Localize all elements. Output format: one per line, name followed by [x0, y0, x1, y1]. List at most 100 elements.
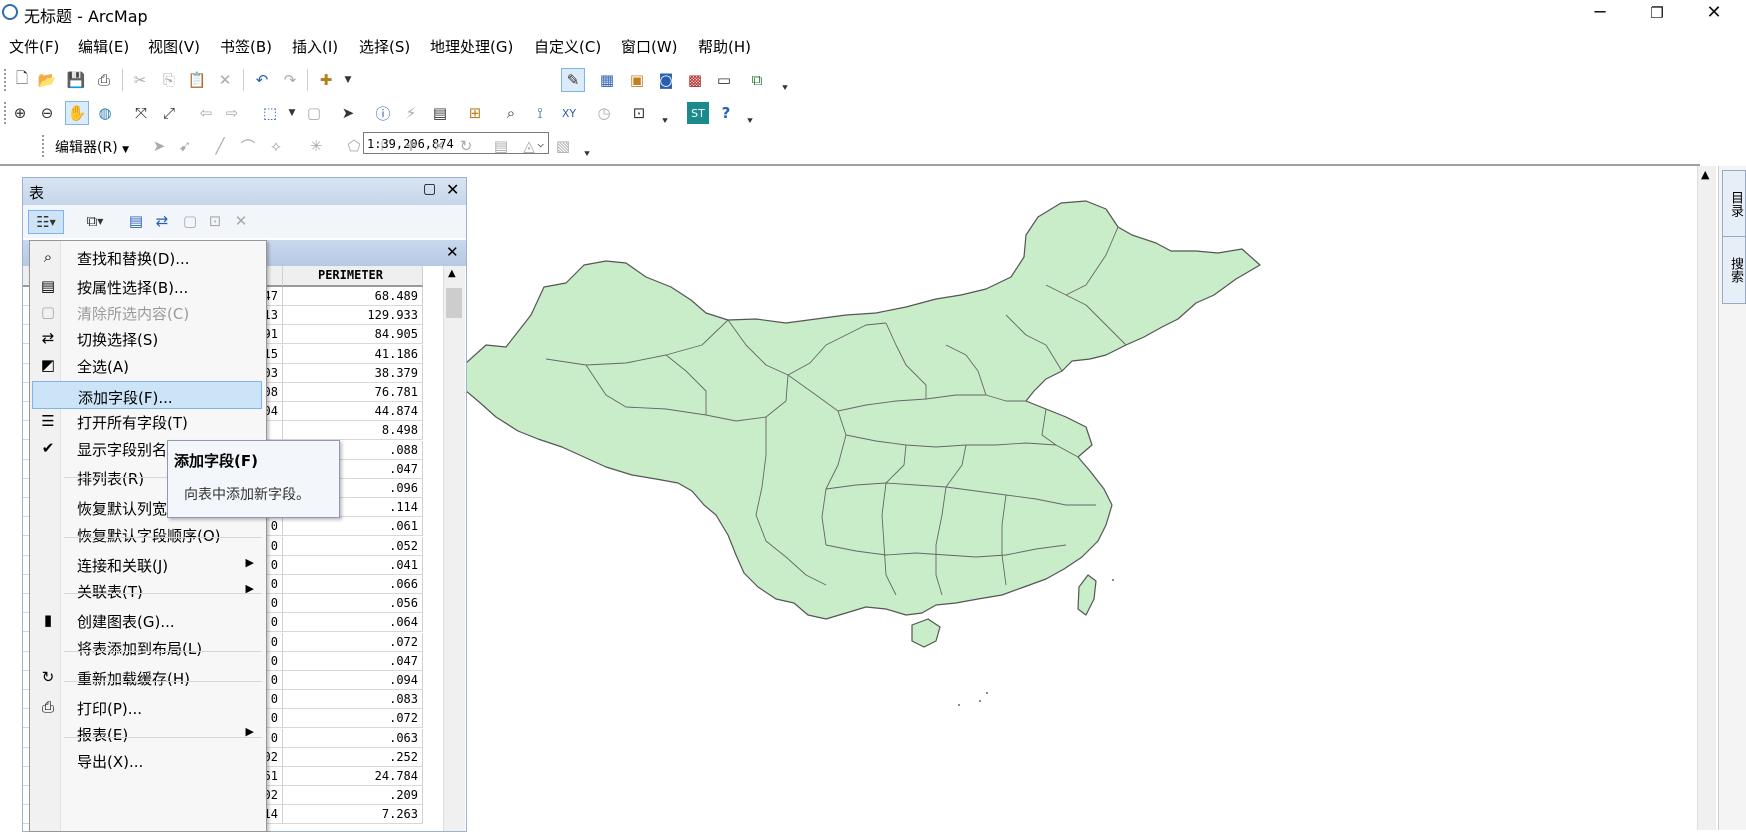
menu-item[interactable]: 报表(E) ▶ — [32, 719, 262, 747]
menu-item[interactable]: 添加字段(F)... — [32, 381, 262, 409]
edit-vertices-icon[interactable]: ⬠ — [343, 135, 365, 157]
forward-extent-icon[interactable]: ⇨ — [221, 102, 243, 124]
reshape-icon[interactable]: ⟊ — [371, 135, 393, 157]
toolbar-options-icon[interactable]: ⯆ — [576, 143, 598, 165]
table-cell-perimeter[interactable]: 68.489 — [283, 287, 423, 306]
table-cell-perimeter[interactable]: .041 — [283, 555, 423, 575]
scroll-thumb[interactable] — [446, 288, 462, 318]
toolbar-grip[interactable] — [42, 135, 47, 157]
minimize-button[interactable]: ─ — [1573, 0, 1627, 26]
sketch-properties-icon[interactable]: ◬ — [518, 135, 540, 157]
zoom-to-selected-icon[interactable]: ⊡ — [204, 210, 226, 232]
undo-icon[interactable]: ↶ — [251, 69, 273, 91]
redo-icon[interactable]: ↷ — [279, 69, 301, 91]
copy-icon[interactable]: ⎘ — [158, 69, 180, 91]
menu-item[interactable]: ▤ 按属性选择(B)... — [32, 272, 262, 300]
straight-segment-icon[interactable]: ╱ — [209, 135, 231, 157]
table-cell-perimeter[interactable]: .209 — [283, 786, 423, 806]
map-vertical-scrollbar[interactable]: ▲ — [1697, 166, 1716, 830]
table-cell-perimeter[interactable]: 84.905 — [283, 325, 423, 345]
table-vertical-scrollbar[interactable]: ▲ — [443, 266, 465, 831]
identify-icon[interactable]: ⓘ — [372, 102, 394, 124]
menu-item[interactable]: 将表添加到布局(L) — [32, 633, 262, 661]
cut-polygons-icon[interactable]: ✛ — [400, 135, 422, 157]
menu-item[interactable]: ▮ 创建图表(G)... — [32, 606, 262, 634]
table-cell-perimeter[interactable]: 7.263 — [283, 805, 423, 825]
table-options-button[interactable]: ☷ ▼ — [28, 210, 64, 234]
catalog-icon[interactable]: ▣ — [626, 69, 648, 91]
table-cell-perimeter[interactable]: .072 — [283, 632, 423, 652]
table-window-titlebar[interactable]: 表 ▢ ✕ — [23, 178, 466, 205]
table-cell-perimeter[interactable]: .094 — [283, 671, 423, 690]
modelbuilder-icon[interactable]: ⧉ — [746, 69, 768, 91]
table-cell-perimeter[interactable]: 24.784 — [283, 767, 423, 786]
point-icon[interactable]: ✳ — [305, 135, 327, 157]
menu-item[interactable]: ◩ 全选(A) — [32, 351, 262, 379]
full-extent-icon[interactable]: ◍ — [94, 102, 116, 124]
trace-icon[interactable]: ⟡ — [265, 135, 287, 157]
menu-windows[interactable]: 窗口(W) — [621, 36, 678, 57]
table-cell-perimeter[interactable]: 8.498 — [283, 421, 423, 441]
clear-selection-icon[interactable]: ▢ — [179, 210, 201, 232]
find-icon[interactable]: ⌕ — [500, 102, 522, 124]
endpoint-arc-icon[interactable]: ⌒ — [237, 135, 259, 157]
menu-insert[interactable]: 插入(I) — [292, 36, 338, 57]
menu-geoprocessing[interactable]: 地理处理(G) — [430, 36, 513, 57]
table-of-contents-icon[interactable]: ▦ — [596, 69, 618, 91]
back-extent-icon[interactable]: ⇦ — [195, 102, 217, 124]
zoom-out-icon[interactable]: ⊖ — [36, 102, 58, 124]
column-header-perimeter[interactable]: PERIMETER — [283, 266, 423, 287]
open-icon[interactable]: 📂 — [36, 69, 58, 91]
pan-icon[interactable]: ✋ — [65, 101, 89, 125]
restore-button[interactable]: ❐ — [1630, 0, 1684, 26]
zoom-in-icon[interactable]: ⊕ — [9, 102, 31, 124]
rotate-icon[interactable]: ↻ — [455, 135, 477, 157]
table-cell-perimeter[interactable]: .083 — [283, 690, 423, 710]
help-icon[interactable]: ? — [715, 102, 737, 124]
table-cell-perimeter[interactable]: .072 — [283, 709, 423, 729]
close-tab-icon[interactable]: ✕ — [446, 243, 459, 261]
time-slider-icon[interactable]: ◷ — [593, 102, 615, 124]
clear-selected-icon[interactable]: ▢ — [303, 102, 325, 124]
save-icon[interactable]: 💾 — [65, 69, 87, 91]
select-features-icon[interactable]: ⬚ — [259, 102, 281, 124]
menu-item[interactable]: ⇄ 切换选择(S) — [32, 324, 262, 352]
table-cell-perimeter[interactable]: 44.874 — [283, 402, 423, 422]
delete-icon[interactable]: ✕ — [214, 69, 236, 91]
close-button[interactable]: ✕ — [1687, 0, 1741, 26]
table-cell-perimeter[interactable]: .252 — [283, 747, 423, 767]
add-data-icon[interactable]: ✚ — [315, 69, 337, 91]
add-data-dropdown-icon[interactable]: ▼ — [337, 69, 359, 91]
table-cell-perimeter[interactable]: 38.379 — [283, 363, 423, 383]
menu-item[interactable]: ⎙ 打印(P)... — [32, 693, 262, 721]
menu-help[interactable]: 帮助(H) — [698, 36, 751, 57]
menu-edit[interactable]: 编辑(E) — [78, 36, 129, 57]
create-viewer-window-icon[interactable]: ⊡ — [628, 102, 650, 124]
menu-item[interactable]: ☰ 打开所有字段(T) — [32, 407, 262, 435]
switch-selection-icon[interactable]: ⇄ — [151, 210, 173, 232]
search-window-icon[interactable]: ◙ — [655, 69, 677, 91]
paste-icon[interactable]: 📋 — [186, 69, 208, 91]
menu-view[interactable]: 视图(V) — [148, 36, 200, 57]
table-cell-perimeter[interactable]: .056 — [283, 594, 423, 614]
china-provinces-map[interactable] — [466, 195, 1276, 715]
catalog-tab[interactable]: 目录 — [1722, 170, 1746, 238]
menu-item[interactable]: 连接和关联(J) ▶ — [32, 550, 262, 578]
attributes-icon[interactable]: ▤ — [490, 135, 512, 157]
close-icon[interactable]: ✕ — [446, 180, 459, 199]
related-tables-button[interactable]: ⧉ ▼ — [78, 210, 112, 232]
search-tab[interactable]: 搜索 — [1722, 236, 1746, 304]
scroll-up-icon[interactable]: ▲ — [1701, 168, 1709, 181]
table-cell-perimeter[interactable]: .066 — [283, 575, 423, 594]
split-icon[interactable]: ✕ — [428, 135, 450, 157]
menu-item[interactable]: 关联表(T) ▶ — [32, 576, 262, 604]
arctoolbox-icon[interactable]: ▩ — [684, 69, 706, 91]
edit-tool-icon[interactable]: ➤ — [148, 135, 170, 157]
menu-customize[interactable]: 自定义(C) — [534, 36, 601, 57]
editor-toolbar-icon[interactable]: ✎ — [561, 68, 585, 92]
table-cell-perimeter[interactable]: .061 — [283, 517, 423, 537]
table-cell-perimeter[interactable]: .052 — [283, 536, 423, 556]
measure-icon[interactable]: ⊞ — [464, 102, 486, 124]
fixed-zoom-out-icon[interactable]: ⤢ — [158, 102, 180, 124]
menu-selection[interactable]: 选择(S) — [359, 36, 410, 57]
